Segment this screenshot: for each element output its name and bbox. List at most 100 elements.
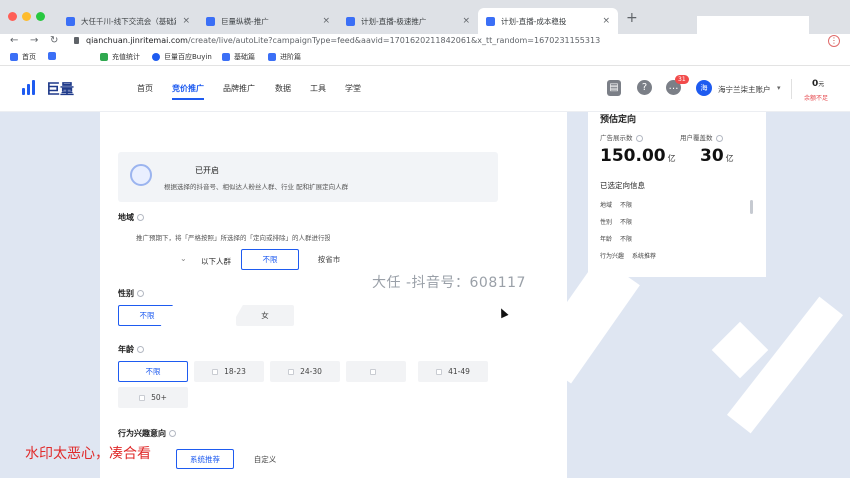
bookmark-blank[interactable] [48,52,56,60]
checkbox[interactable] [212,368,219,375]
redaction-shape [330,228,360,250]
minimize-window-dot[interactable] [22,12,31,21]
divider [791,79,792,99]
forward-icon[interactable]: → [30,34,38,48]
nav-brand-promo[interactable]: 品牌推广 [223,83,255,94]
caption-text: 水印太恶心，凑合看 [25,446,151,462]
tab-favicon-icon [206,16,215,26]
close-tab-icon[interactable]: × [462,16,470,26]
checkbox[interactable] [436,368,443,375]
balance-warning[interactable]: 余额不足 [804,93,828,102]
redaction-block [697,16,809,44]
avatar[interactable]: 海 [696,80,712,96]
smart-targeting-card [118,152,498,202]
bookmark-advanced[interactable]: 进阶篇 [268,52,301,62]
bookmark-icon [222,53,230,61]
behavior-option-custom[interactable]: 自定义 [236,449,294,469]
nav-academy[interactable]: 学堂 [345,83,361,94]
selected-row-age: 年龄 不限 [600,236,633,243]
impressions-label: 广告展示数 [600,132,643,142]
back-icon[interactable]: ← [10,34,18,48]
age-option-50-plus[interactable]: 50+ [118,387,188,408]
age-option-18-23[interactable]: 18-23 [194,361,264,382]
forecast-title: 预估定向 [600,115,637,125]
chevron-down-icon[interactable]: ▾ [777,84,781,92]
smart-targeting-desc: 根据选择的抖音号、相似达人粉丝人群、行业 配和扩展定向人群 [164,183,349,191]
bookmark-buyin[interactable]: 巨量百应Buyin [152,52,212,62]
new-tab-icon[interactable]: + [626,10,638,26]
close-tab-icon[interactable]: × [322,16,330,26]
bookmark-basic[interactable]: 基础篇 [222,52,255,62]
close-window-dot[interactable] [8,12,17,21]
info-icon[interactable] [137,290,144,297]
checkbox[interactable] [288,368,295,375]
region-hint: 推广预期下，将「严格按照」所选择的「定向或排除」的人群进行投 [136,234,331,242]
bookmark-icon [48,52,56,60]
url-field[interactable]: qianchuan.jinritemai.com/create/live/aut… [86,34,600,48]
close-tab-icon[interactable]: × [182,16,190,26]
browser-menu-icon[interactable]: ⋮ [828,35,840,47]
nav-tools[interactable]: 工具 [310,83,326,94]
checkbox[interactable] [139,394,146,401]
browser-tab-2[interactable]: 巨量纵横-推广 × [198,8,338,34]
info-icon[interactable] [169,430,176,437]
nav-home[interactable]: 首页 [137,83,153,94]
age-option-41-49[interactable]: 41-49 [418,361,488,382]
info-icon[interactable] [137,214,144,221]
info-icon[interactable] [137,346,144,353]
watermark-text: 大任 -抖音号：608117 [372,275,526,291]
gender-label: 性别 [118,288,144,299]
age-option-unlimited[interactable]: 不限 [118,361,188,382]
age-option-31-40[interactable] [346,361,406,382]
panel-scrollbar[interactable] [750,200,753,214]
gender-option-female[interactable]: 女 [236,305,294,326]
close-tab-icon[interactable]: × [602,16,610,26]
region-exclude-select[interactable]: 以下人群 [201,256,231,267]
bookmark-icon [100,53,108,61]
browser-tab-4[interactable]: 计划-直播-成本稳投 × [478,8,618,34]
nav-bidding-promo[interactable]: 竞价推广 [172,83,204,100]
bookmark-recharge[interactable]: 充值统计 [100,52,140,62]
region-label: 地域 [118,212,144,223]
selected-row-gender: 性别 不限 [600,219,633,226]
balance: 0元 [812,79,825,89]
wallet-icon[interactable]: ▤ [607,80,621,96]
logo-icon[interactable] [22,80,35,95]
tab-favicon-icon [346,16,355,26]
info-icon[interactable] [635,134,643,142]
bookmark-icon [268,53,276,61]
age-option-24-30[interactable]: 24-30 [270,361,340,382]
smart-targeting-icon [130,164,152,186]
users-value: 30 亿 [700,146,734,166]
tab-favicon-icon [486,16,495,26]
nav-data[interactable]: 数据 [275,83,291,94]
bookmark-icon [152,53,160,61]
account-name[interactable]: 海宁兰柒主账户 [718,84,771,95]
smart-targeting-title: 已开启 [195,166,219,175]
lock-icon [74,37,79,44]
behavior-option-system[interactable]: 系统推荐 [176,449,234,469]
bookmark-home[interactable]: 首页 [10,52,36,62]
selected-row-behavior: 行为兴趣 系统推荐 [600,253,657,260]
browser-tab-3[interactable]: 计划-直播-极速推广 × [338,8,478,34]
impressions-value: 150.00 亿 [600,146,676,166]
screen: 大任千川-线下交流会（基础篇） × 巨量纵横-推广 × 计划-直播-极速推广 ×… [0,0,850,478]
region-option-province[interactable]: 按省市 [300,249,358,270]
reload-icon[interactable]: ↻ [50,34,58,48]
info-icon[interactable] [715,134,723,142]
tab-favicon-icon [66,16,75,26]
app-header: 巨量 首页 竞价推广 品牌推广 数据 工具 学堂 ▤ ? … 31 海 海宁兰柒… [0,66,850,112]
redaction-shape [711,321,769,379]
help-icon[interactable]: ? [637,80,652,95]
maximize-window-dot[interactable] [36,12,45,21]
behavior-label: 行为兴趣意向 [118,428,176,439]
bookmarks-bar: 首页 充值统计 巨量百应Buyin 基础篇 进阶篇 [0,48,850,66]
selected-targeting-title: 已选定向信息 [600,181,645,190]
region-option-unlimited[interactable]: 不限 [241,249,299,270]
selected-row-region: 地域 不限 [600,202,633,209]
browser-tab-1[interactable]: 大任千川-线下交流会（基础篇） × [58,8,198,34]
chevron-down-icon[interactable]: ⌄ [180,254,187,263]
bookmark-icon [10,53,18,61]
checkbox[interactable] [370,368,376,375]
logo-text: 巨量 [46,82,74,98]
